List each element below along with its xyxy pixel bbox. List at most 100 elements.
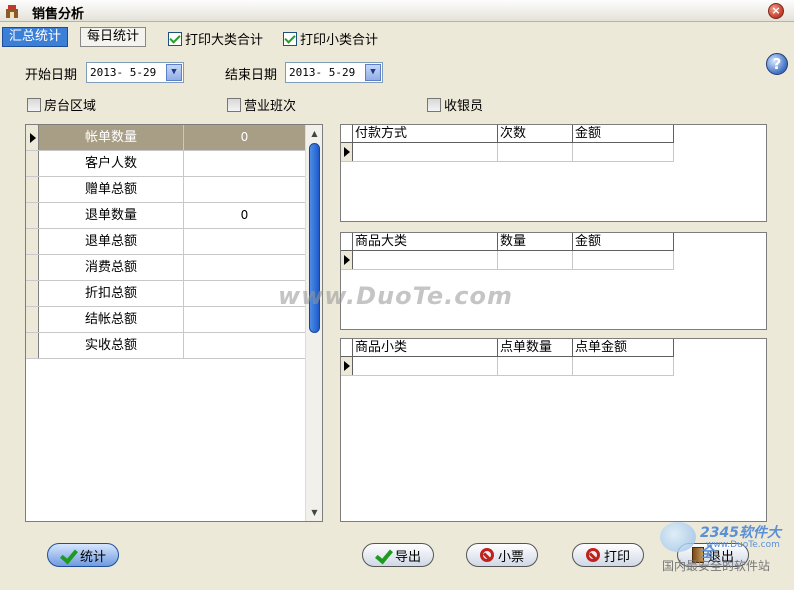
start-date-picker[interactable]: 2013- 5-29 ▼ — [86, 62, 184, 83]
table-row[interactable]: 客户人数 — [26, 151, 306, 177]
checkbox-unchecked-icon — [427, 97, 441, 112]
row-value — [184, 307, 305, 332]
row-pointer-icon — [341, 251, 353, 269]
row-value: 0 — [184, 125, 305, 150]
dropdown-arrow-icon[interactable]: ▼ — [365, 64, 381, 81]
column-header[interactable]: 点单数量 — [498, 339, 573, 356]
scroll-down-icon[interactable]: ▼ — [308, 506, 321, 519]
row-name: 结帐总额 — [39, 307, 184, 332]
grid-header: 商品大类 数量 金额 — [341, 233, 674, 251]
filter-room-area-checkbox[interactable]: 房台区域 — [27, 95, 96, 114]
column-header[interactable]: 数量 — [498, 233, 573, 250]
logo-tagline: 国内最安全的软件站 — [662, 559, 771, 573]
vertical-scrollbar[interactable]: ▲ ▼ — [305, 125, 322, 521]
print-category-total-checkbox[interactable]: 打印大类合计 — [168, 29, 263, 48]
filter-shift-checkbox[interactable]: 营业班次 — [227, 95, 296, 114]
print-button[interactable]: 打印 — [572, 543, 644, 567]
table-row[interactable]: 折扣总额 — [26, 281, 306, 307]
column-header[interactable]: 商品小类 — [353, 339, 498, 356]
row-indicator — [26, 281, 39, 306]
dropdown-arrow-icon[interactable]: ▼ — [166, 64, 182, 81]
column-header[interactable]: 金额 — [573, 233, 674, 250]
table-row[interactable] — [341, 143, 674, 162]
column-header[interactable]: 商品大类 — [353, 233, 498, 250]
filter-cashier-checkbox[interactable]: 收银员 — [427, 95, 483, 114]
checkbox-unchecked-icon — [27, 97, 41, 112]
close-button[interactable]: × — [768, 3, 784, 19]
row-value — [184, 229, 305, 254]
end-date-label: 结束日期 — [225, 68, 278, 83]
export-button[interactable]: 导出 — [362, 543, 434, 567]
grid-header: 付款方式 次数 金额 — [341, 125, 674, 143]
stat-button-label: 统计 — [79, 549, 106, 565]
stat-button[interactable]: 统计 — [47, 543, 119, 567]
filter-shift-label: 营业班次 — [244, 99, 297, 114]
row-name: 帐单数量 — [39, 125, 184, 150]
watermark: www.DuoTe.com — [278, 282, 513, 310]
print-button-label: 打印 — [603, 549, 630, 565]
start-date-value: 2013- 5-29 — [90, 66, 157, 79]
column-header[interactable]: 付款方式 — [353, 125, 498, 142]
row-indicator — [26, 177, 39, 202]
end-date-picker[interactable]: 2013- 5-29 ▼ — [285, 62, 383, 83]
row-name: 退单数量 — [39, 203, 184, 228]
table-row[interactable] — [341, 357, 674, 376]
row-name: 折扣总额 — [39, 281, 184, 306]
row-indicator — [26, 307, 39, 332]
check-icon — [375, 548, 391, 562]
payment-grid[interactable]: 付款方式 次数 金额 — [340, 124, 767, 222]
row-indicator — [26, 229, 39, 254]
category-grid[interactable]: 商品大类 数量 金额 — [340, 232, 767, 330]
checkbox-unchecked-icon — [227, 97, 241, 112]
tab-summary[interactable]: 汇总统计 — [2, 27, 69, 47]
row-pointer-icon — [26, 125, 39, 150]
row-indicator — [26, 333, 39, 358]
tab-daily[interactable]: 每日统计 — [80, 27, 147, 47]
scroll-up-icon[interactable]: ▲ — [308, 127, 321, 140]
print-subcategory-total-label: 打印小类合计 — [300, 33, 379, 48]
check-icon — [60, 548, 76, 562]
row-name: 客户人数 — [39, 151, 184, 176]
row-value — [184, 151, 305, 176]
table-row[interactable]: 结帐总额 — [26, 307, 306, 333]
row-value — [184, 255, 305, 280]
table-row[interactable]: 退单总额 — [26, 229, 306, 255]
export-button-label: 导出 — [394, 549, 421, 565]
table-row[interactable]: 消费总额 — [26, 255, 306, 281]
print-subcategory-total-checkbox[interactable]: 打印小类合计 — [283, 29, 378, 48]
logo-site: www.DuoTe.com — [706, 540, 780, 550]
row-indicator — [26, 255, 39, 280]
grid-header: 商品小类 点单数量 点单金额 — [341, 339, 674, 357]
receipt-button[interactable]: 小票 — [466, 543, 538, 567]
column-header[interactable]: 金额 — [573, 125, 674, 142]
window-title: 销售分析 — [32, 7, 85, 22]
mascot-icon — [660, 522, 696, 552]
filter-room-area-label: 房台区域 — [44, 99, 97, 114]
receipt-button-label: 小票 — [497, 549, 524, 565]
row-indicator — [26, 151, 39, 176]
row-name: 赠单总额 — [39, 177, 184, 202]
help-button[interactable]: ? — [766, 53, 788, 75]
start-date-label: 开始日期 — [25, 68, 78, 83]
summary-grid[interactable]: 帐单数量 0 客户人数 赠单总额 退单数量 0 退单总额 消费总额 折扣总额 结… — [25, 124, 323, 522]
row-name: 退单总额 — [39, 229, 184, 254]
row-name: 实收总额 — [39, 333, 184, 358]
row-value: 0 — [240, 208, 249, 222]
checkbox-checked-icon — [283, 31, 297, 46]
subcategory-grid[interactable]: 商品小类 点单数量 点单金额 — [340, 338, 767, 522]
row-value — [184, 333, 305, 358]
filter-cashier-label: 收银员 — [444, 99, 484, 114]
column-header[interactable]: 次数 — [498, 125, 573, 142]
row-value — [184, 177, 305, 202]
table-row[interactable]: 实收总额 — [26, 333, 306, 359]
column-header[interactable]: 点单金额 — [573, 339, 674, 356]
close-icon: × — [771, 4, 781, 17]
title-bar: 销售分析 × — [0, 0, 794, 22]
corner-watermark-logo: 2345软件大全 www.DuoTe.com 国内最安全的软件站 — [660, 520, 792, 588]
row-indicator — [26, 203, 39, 228]
table-row[interactable] — [341, 251, 674, 270]
table-row[interactable]: 退单数量 0 — [26, 203, 306, 229]
table-row[interactable]: 帐单数量 0 — [26, 125, 306, 151]
table-row[interactable]: 赠单总额 — [26, 177, 306, 203]
end-date-value: 2013- 5-29 — [289, 66, 356, 79]
